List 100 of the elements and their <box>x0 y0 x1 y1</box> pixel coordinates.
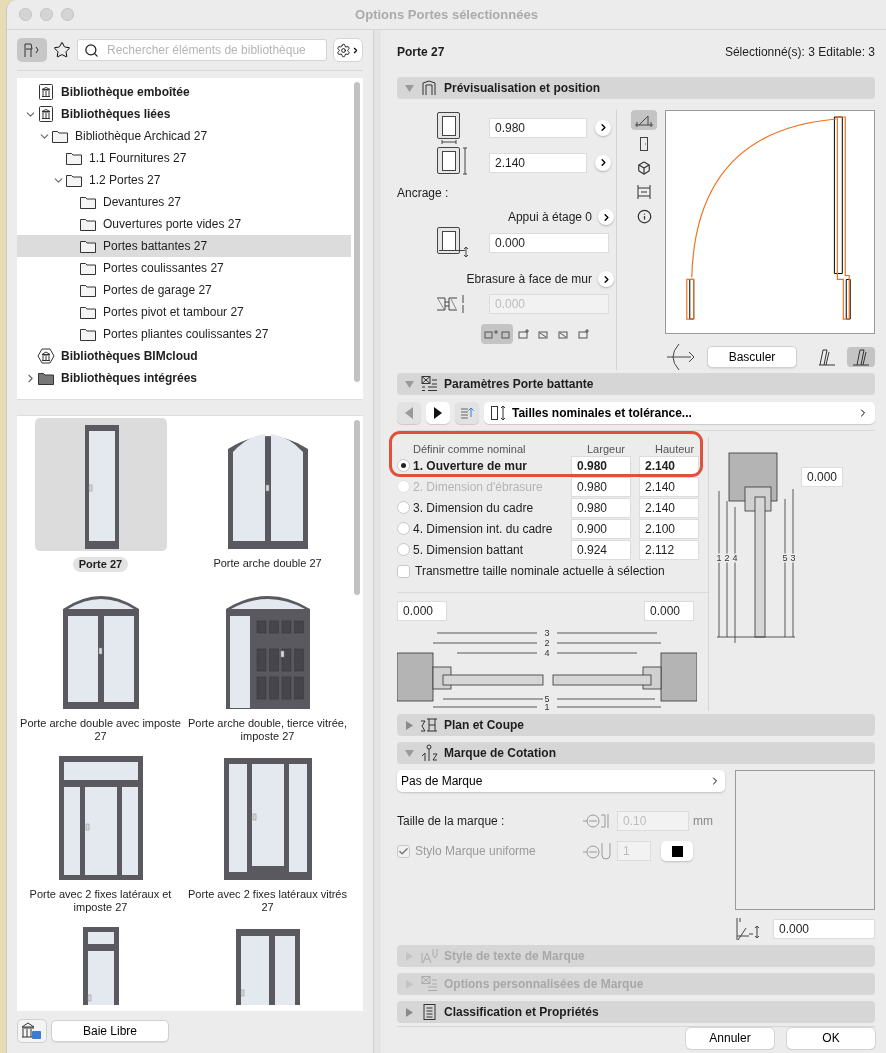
pen-color-button[interactable] <box>661 841 693 861</box>
anchor-icon <box>484 328 510 340</box>
section-header[interactable]: Classification et Propriétés <box>397 1001 875 1023</box>
dialog-button[interactable]: Annuler <box>686 1027 774 1049</box>
anchor-label: Ancrage : <box>397 186 449 200</box>
tree-item[interactable]: Portes de garage 27 <box>17 279 351 301</box>
door-side-icon <box>851 348 871 366</box>
element-name: Porte 27 <box>397 45 445 59</box>
pen-color-swatch <box>671 845 683 857</box>
cloud-library-icon <box>37 347 55 365</box>
arrow-button[interactable] <box>598 271 614 287</box>
radio-button[interactable] <box>397 522 410 535</box>
preview-section-icon <box>420 79 438 97</box>
tree-item-label: Bibliothèques BIMcloud <box>61 349 198 363</box>
radio-button[interactable] <box>397 459 410 472</box>
tree-item[interactable]: Bibliothèque emboîtée <box>17 81 351 103</box>
height-field[interactable]: 2.140 <box>639 497 699 518</box>
size-tolerance-icon <box>490 405 508 421</box>
folder-icon <box>79 260 97 276</box>
arrow-button[interactable] <box>598 209 614 225</box>
checkbox[interactable] <box>397 564 410 578</box>
left-offset-field[interactable]: 0.000 <box>397 601 447 621</box>
gallery-item[interactable] <box>34 418 167 551</box>
anchor-icon <box>557 328 571 340</box>
plan-view-icon <box>634 113 654 127</box>
dimension-label: 4 <box>732 553 738 563</box>
library-manager-button[interactable] <box>17 1019 47 1043</box>
marker-type-dropdown[interactable]: Pas de Marque <box>397 770 725 792</box>
tree-item-label: Portes de garage 27 <box>103 283 212 297</box>
view-mode-button[interactable] <box>631 110 657 130</box>
section-view-icon <box>636 184 652 200</box>
height-field[interactable]: 2.112 <box>639 539 699 560</box>
width-field[interactable]: 0.980 <box>571 455 631 476</box>
folder-icon <box>79 326 97 342</box>
tree-item[interactable]: Bibliothèque Archicad 27 <box>17 125 351 147</box>
dimension-label: 5 <box>544 694 550 704</box>
width-field[interactable]: 0.980 <box>489 117 587 138</box>
folder-icon <box>79 216 97 232</box>
folder-icon <box>65 150 83 166</box>
tree-item[interactable]: Portes coulissantes 27 <box>17 257 351 279</box>
width-field[interactable]: 0.980 <box>571 497 631 518</box>
section-header[interactable]: Marque de Cotation <box>397 742 875 764</box>
door-icon <box>639 137 649 151</box>
arrow-button[interactable] <box>595 119 611 136</box>
height-field[interactable]: 2.100 <box>639 518 699 539</box>
section-header[interactable]: Paramètres Porte battante <box>397 373 875 395</box>
dialog-button[interactable]: OK <box>787 1027 875 1049</box>
anchor-mode-button[interactable] <box>481 324 513 344</box>
window-title: Options Portes sélectionnées <box>355 7 538 22</box>
dimension-label: 3 <box>544 628 550 638</box>
triangle-down-icon[interactable] <box>405 83 414 93</box>
height-field[interactable]: 2.140 <box>489 152 587 173</box>
empty-opening-button[interactable]: Baie Libre <box>51 1020 169 1042</box>
triangle-down-icon[interactable] <box>405 748 414 758</box>
tree-item[interactable]: Devantures 27 <box>17 191 351 213</box>
tree-item[interactable]: 1.2 Portes 27 <box>17 169 351 191</box>
classification-section-icon <box>420 1003 438 1021</box>
previous-page-button[interactable] <box>397 402 421 424</box>
radio-button[interactable] <box>397 501 410 514</box>
tree-item[interactable]: Bibliothèques BIMcloud <box>17 345 351 367</box>
sill-field[interactable]: 0.000 <box>489 233 609 253</box>
offset-field[interactable]: 0.000 <box>773 919 875 939</box>
tree-item[interactable]: Ouvertures porte vides 27 <box>17 213 351 235</box>
library-icon <box>37 83 55 101</box>
section-header[interactable]: Prévisualisation et position <box>397 77 875 99</box>
top-offset-field[interactable]: 0.000 <box>801 467 843 487</box>
dimension-label: 4 <box>544 648 550 658</box>
tree-item-label: Bibliothèque Archicad 27 <box>75 129 208 143</box>
gallery-item-label: Porte arche double 27 <box>213 557 322 570</box>
width-field[interactable]: 0.924 <box>571 539 631 560</box>
row-label: 3. Dimension du cadre <box>413 500 535 515</box>
tree-item-label: Portes coulissantes 27 <box>103 261 224 275</box>
dimension-label: 2 <box>544 638 550 648</box>
favorites-button[interactable] <box>53 41 71 59</box>
page-dropdown[interactable]: Tailles nominales et tolérance... <box>484 402 875 424</box>
width-field[interactable]: 0.900 <box>571 518 631 539</box>
radio-button[interactable] <box>397 543 410 556</box>
section-header[interactable]: Plan et Coupe <box>397 714 875 736</box>
triangle-down-icon[interactable] <box>405 379 414 389</box>
tree-item[interactable]: 1.1 Fournitures 27 <box>17 147 351 169</box>
tree-item[interactable]: Portes pliantes coulissantes 27 <box>17 323 351 345</box>
tree-item[interactable]: Bibliothèques intégrées <box>17 367 351 389</box>
tree-item[interactable]: Portes battantes 27 <box>17 235 351 257</box>
side-mode-button[interactable] <box>847 347 875 367</box>
arrow-button[interactable] <box>595 154 611 171</box>
height-field[interactable]: 2.140 <box>639 455 699 476</box>
right-offset-field[interactable]: 0.000 <box>644 601 694 621</box>
triangle-right-icon[interactable] <box>405 1007 414 1017</box>
params-section-icon <box>420 375 438 393</box>
flip-button[interactable]: Basculer <box>707 346 797 368</box>
tree-item[interactable]: Bibliothèques liées <box>17 103 351 125</box>
next-page-button[interactable] <box>426 402 450 424</box>
library-mode-button[interactable] <box>17 38 47 62</box>
tree-item-label: Portes pliantes coulissantes 27 <box>103 327 269 341</box>
dimension-label: 2 <box>724 553 730 563</box>
tree-item[interactable]: Portes pivot et tambour 27 <box>17 301 351 323</box>
triangle-right-icon[interactable] <box>405 720 414 730</box>
cube-icon <box>637 161 651 175</box>
search-field[interactable]: Rechercher éléments de bibliothèque <box>77 39 327 61</box>
settings-button[interactable] <box>333 38 363 62</box>
